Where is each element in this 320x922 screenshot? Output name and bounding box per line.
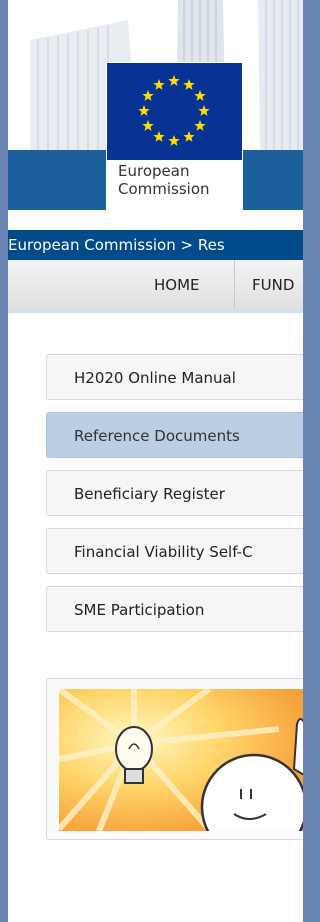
idea-illustration <box>59 689 303 831</box>
nav-funding[interactable]: FUND <box>252 260 294 310</box>
logo-line1: European <box>118 162 190 180</box>
sidebar-item-label: H2020 Online Manual <box>74 369 236 387</box>
breadcrumb: European Commission > Res <box>8 230 303 260</box>
breadcrumb-text[interactable]: European Commission > Res <box>8 236 225 254</box>
eu-star-icon <box>153 131 165 142</box>
logo-line2: Commission <box>118 180 210 198</box>
logo-text: European Commission <box>106 162 243 198</box>
nav-home[interactable]: HOME <box>154 260 200 310</box>
sidebar-item-label: Financial Viability Self-C <box>74 543 253 561</box>
eu-star-icon <box>142 120 154 131</box>
sidebar-item-financial-viability[interactable]: Financial Viability Self-C <box>46 528 303 574</box>
ec-logo[interactable]: European Commission <box>106 62 243 212</box>
eu-star-icon <box>168 135 180 146</box>
eu-stars-icon <box>138 75 210 146</box>
eu-star-icon <box>183 79 195 90</box>
lightbulb-figure-icon <box>59 689 303 831</box>
sidebar-item-label: Reference Documents <box>74 427 240 445</box>
sidebar-item-online-manual[interactable]: H2020 Online Manual <box>46 354 303 400</box>
sidebar-item-label: Beneficiary Register <box>74 485 225 503</box>
eu-star-icon <box>153 79 165 90</box>
eu-star-icon <box>183 131 195 142</box>
top-navigation: HOME FUND <box>8 260 303 313</box>
promo-banner[interactable] <box>46 678 303 840</box>
nav-separator <box>234 260 235 310</box>
sidebar-item-label: SME Participation <box>74 601 205 619</box>
eu-flag-icon <box>107 63 242 160</box>
eu-star-icon <box>168 75 180 86</box>
page: European Commission European Commission … <box>8 0 303 922</box>
eu-star-icon <box>194 90 206 101</box>
eu-star-icon <box>198 105 210 116</box>
sidebar-item-sme-participation[interactable]: SME Participation <box>46 586 303 632</box>
eu-star-icon <box>138 105 150 116</box>
eu-star-icon <box>194 120 206 131</box>
sidebar-item-beneficiary-register[interactable]: Beneficiary Register <box>46 470 303 516</box>
eu-star-icon <box>142 90 154 101</box>
sidebar-item-reference-documents[interactable]: Reference Documents <box>46 412 303 458</box>
site-header: European Commission <box>8 0 303 230</box>
